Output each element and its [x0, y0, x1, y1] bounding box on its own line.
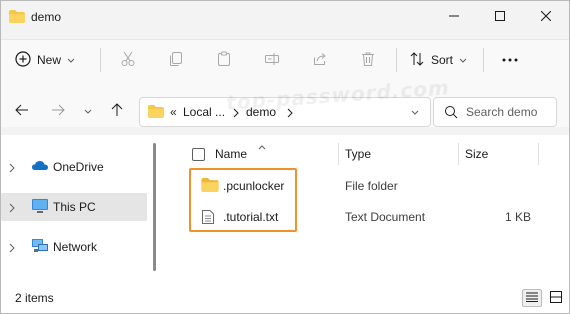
- nav-item-label: OneDrive: [53, 160, 104, 174]
- select-all-checkbox[interactable]: [192, 148, 205, 161]
- column-header-name[interactable]: Name: [215, 147, 247, 161]
- tiles-view-button[interactable]: [547, 289, 565, 307]
- explorer-window: demo New Sort « Local ... demo Search de…: [0, 0, 570, 314]
- up-button[interactable]: [109, 102, 125, 120]
- divider: [100, 48, 101, 72]
- table-row[interactable]: .tutorial.txt Text Document 1 KB: [191, 203, 551, 231]
- search-input[interactable]: Search demo: [466, 105, 537, 119]
- sort-caret-up-icon: [258, 139, 266, 153]
- sort-icon: [409, 51, 425, 70]
- nav-item-onedrive[interactable]: OneDrive: [1, 153, 147, 181]
- arrow-left-icon: [15, 103, 29, 120]
- copy-icon: [168, 51, 184, 70]
- maximize-button[interactable]: [477, 1, 523, 33]
- more-button[interactable]: [500, 50, 520, 73]
- paste-icon: [216, 51, 232, 70]
- folder-icon: [9, 10, 25, 26]
- chevron-right-icon[interactable]: [9, 242, 15, 256]
- nav-item-label: This PC: [53, 200, 96, 214]
- item-count: 2 items: [15, 291, 54, 305]
- title-bar: demo: [1, 1, 569, 33]
- maximize-icon: [495, 10, 505, 24]
- window-title: demo: [31, 10, 62, 24]
- delete-button[interactable]: [358, 50, 378, 70]
- cut-button[interactable]: [118, 50, 138, 70]
- chevron-down-icon: [459, 53, 467, 67]
- nav-item-this-pc[interactable]: This PC: [1, 193, 147, 221]
- share-button[interactable]: [310, 50, 330, 70]
- rename-button[interactable]: [262, 50, 282, 70]
- file-name: .pcunlocker: [223, 179, 285, 193]
- column-header-size[interactable]: Size: [465, 147, 488, 161]
- file-name: .tutorial.txt: [223, 210, 279, 224]
- column-divider[interactable]: [538, 143, 539, 165]
- details-view-button[interactable]: [522, 289, 542, 307]
- arrow-right-icon: [51, 103, 65, 120]
- recent-locations-button[interactable]: [80, 103, 96, 119]
- search-icon: [444, 105, 458, 122]
- new-button[interactable]: New: [15, 48, 75, 72]
- minimize-icon: [449, 10, 459, 24]
- text-file-icon: [201, 209, 215, 228]
- navigation-pane: OneDrive This PC Network: [1, 135, 159, 283]
- chevron-down-icon: [67, 53, 75, 67]
- chevron-down-icon: [84, 104, 92, 118]
- computer-icon: [31, 198, 49, 217]
- more-icon: [500, 58, 520, 73]
- copy-button[interactable]: [166, 50, 186, 70]
- tiles-view-icon: [550, 290, 562, 306]
- folder-icon: [201, 178, 219, 195]
- new-label: New: [37, 53, 62, 67]
- breadcrumb-overflow[interactable]: «: [170, 105, 177, 119]
- sort-label: Sort: [431, 53, 454, 67]
- chevron-right-icon[interactable]: [9, 202, 15, 216]
- cloud-icon: [31, 158, 49, 175]
- divider: [483, 48, 484, 72]
- folder-icon: [148, 105, 164, 121]
- chevron-down-icon: [411, 105, 419, 119]
- cut-icon: [120, 51, 136, 70]
- share-icon: [312, 51, 328, 70]
- file-type: Text Document: [345, 210, 426, 224]
- chevron-right-icon[interactable]: [9, 162, 15, 176]
- nav-item-label: Network: [53, 240, 98, 254]
- command-bar: New Sort: [1, 39, 569, 81]
- paste-button[interactable]: [214, 50, 234, 70]
- content-area: OneDrive This PC Network Name Type Size …: [1, 135, 569, 283]
- minimize-button[interactable]: [431, 1, 477, 33]
- details-view-icon: [526, 291, 538, 305]
- status-bar: 2 items: [1, 283, 569, 313]
- column-header-type[interactable]: Type: [345, 147, 371, 161]
- nav-scrollbar[interactable]: [153, 143, 156, 271]
- arrow-up-icon: [110, 102, 124, 120]
- file-size: 1 KB: [504, 210, 531, 224]
- close-icon: [540, 10, 552, 24]
- plus-circle-icon: [15, 50, 31, 70]
- file-type: File folder: [345, 179, 398, 193]
- close-button[interactable]: [523, 1, 569, 33]
- rename-icon: [264, 51, 280, 70]
- network-icon: [31, 238, 49, 257]
- column-divider[interactable]: [458, 143, 459, 165]
- divider: [396, 48, 397, 72]
- breadcrumb-local[interactable]: Local ...: [183, 105, 225, 119]
- column-divider[interactable]: [338, 143, 339, 165]
- file-list: Name Type Size .pcunlocker File folder .…: [161, 135, 569, 283]
- search-box[interactable]: Search demo: [433, 97, 557, 127]
- back-button[interactable]: [14, 103, 30, 119]
- sort-button[interactable]: Sort: [409, 48, 467, 72]
- table-row[interactable]: .pcunlocker File folder: [191, 172, 551, 200]
- forward-button[interactable]: [50, 103, 66, 119]
- delete-icon: [360, 51, 376, 70]
- nav-item-network[interactable]: Network: [1, 233, 147, 261]
